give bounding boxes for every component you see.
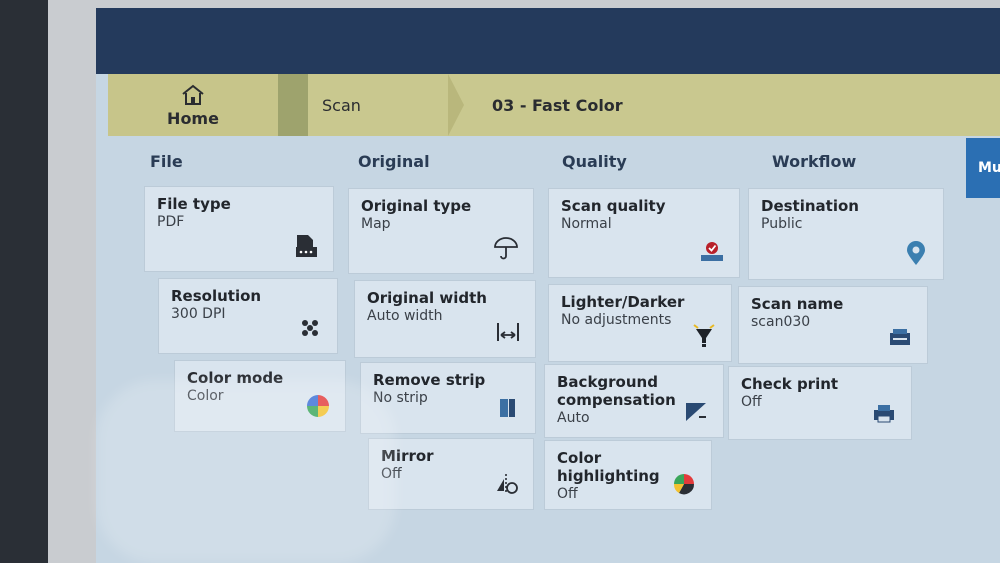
home-button[interactable]: Home (108, 74, 278, 136)
background-icon (686, 403, 706, 421)
bulb-icon (693, 324, 715, 347)
breadcrumb: Home Scan 03 - Fast Color (108, 74, 1000, 136)
tile-scan-name[interactable]: Scan name scan030 (738, 286, 928, 364)
breadcrumb-divider (278, 74, 308, 136)
tile-value: Public (761, 216, 803, 232)
tile-title: Mirror (381, 447, 434, 465)
tile-original-type[interactable]: Original type Map (348, 188, 534, 274)
tile-title: Destination (761, 197, 859, 215)
umbrella-icon (494, 237, 518, 260)
home-label: Home (167, 108, 219, 128)
tile-title: Remove strip (373, 371, 486, 389)
tile-title: Scan quality (561, 197, 666, 215)
strip-icon (500, 399, 515, 417)
quality-icon (701, 242, 723, 261)
tile-value: Normal (561, 216, 612, 232)
tile-destination[interactable]: Destination Public (748, 188, 944, 280)
breadcrumb-scan[interactable]: Scan (308, 74, 464, 136)
tile-value: PDF (157, 214, 185, 230)
printer-icon (874, 405, 894, 423)
tile-title: Resolution (171, 287, 262, 305)
tile-file-type[interactable]: File type PDF (144, 186, 334, 272)
tile-lighter-darker[interactable]: Lighter/Darker No adjustments (548, 284, 732, 362)
top-strip (96, 8, 1000, 74)
tile-title: Original type (361, 197, 472, 215)
screen-glare (96, 380, 396, 563)
column-original: Original (358, 152, 430, 171)
column-file: File (150, 152, 183, 171)
pie-icon (673, 474, 695, 495)
tile-scan-quality[interactable]: Scan quality Normal (548, 188, 740, 278)
tile-color-highlighting[interactable]: Color highlighting Off (544, 440, 712, 510)
mirror-icon (497, 474, 518, 494)
tile-title: Original width (367, 289, 487, 307)
pdf-file-icon (296, 235, 317, 257)
tile-title: Scan name (751, 295, 844, 313)
tile-background-compensation[interactable]: Background compensation Auto (544, 364, 724, 438)
width-arrow-icon (497, 323, 519, 341)
tile-title: File type (157, 195, 231, 213)
tile-check-print[interactable]: Check print Off (728, 366, 912, 440)
location-pin-icon (907, 241, 925, 265)
breadcrumb-template: 03 - Fast Color (492, 95, 623, 115)
tile-resolution[interactable]: Resolution 300 DPI (158, 278, 338, 354)
tile-title: Check print (741, 375, 839, 393)
home-icon (182, 84, 204, 105)
scanner-icon (890, 329, 910, 345)
tile-original-width[interactable]: Original width Auto width (354, 280, 536, 358)
column-quality: Quality (562, 152, 627, 171)
dots-icon (302, 320, 318, 336)
side-tab[interactable]: Mu (966, 138, 1000, 198)
column-workflow: Workflow (772, 152, 857, 171)
tile-title: Lighter/Darker (561, 293, 685, 311)
tile-value: Map (361, 216, 391, 232)
